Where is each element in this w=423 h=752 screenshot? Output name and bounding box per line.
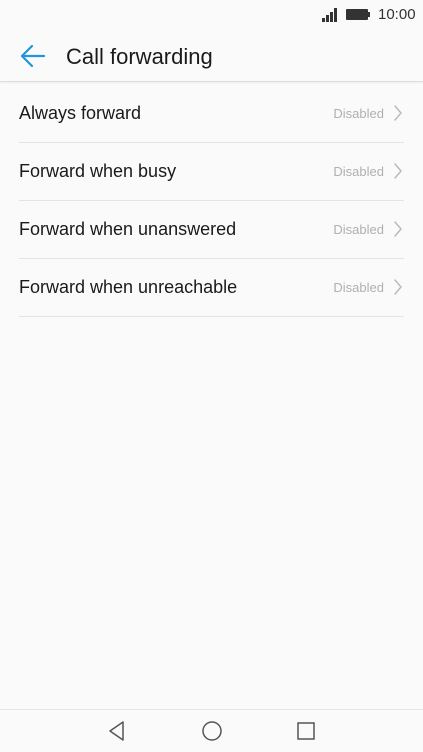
battery-icon xyxy=(346,9,370,20)
chevron-right-icon xyxy=(394,105,402,121)
screen: 10:00 Call forwarding Always forward Dis… xyxy=(0,0,423,752)
list-item-label: Forward when busy xyxy=(19,161,177,181)
list-item-label: Forward when unreachable xyxy=(19,277,238,297)
list-item-status: Disabled xyxy=(333,164,384,179)
chevron-right-icon xyxy=(394,221,402,237)
list-item-forward-when-busy[interactable]: Forward when busy Disabled xyxy=(19,143,404,201)
list-item-forward-when-unreachable[interactable]: Forward when unreachable Disabled xyxy=(19,259,404,317)
chevron-right-icon xyxy=(394,279,402,295)
nav-recents-button[interactable] xyxy=(294,719,318,743)
list-item-forward-when-unanswered[interactable]: Forward when unanswered Disabled xyxy=(19,201,404,259)
list-item-status: Disabled xyxy=(333,106,384,121)
arrow-left-icon xyxy=(20,44,46,68)
triangle-back-icon xyxy=(109,721,124,741)
chevron-right-icon xyxy=(394,163,402,179)
signal-icon xyxy=(322,8,340,22)
list-item-label: Always forward xyxy=(19,103,142,123)
list-item-status: Disabled xyxy=(333,222,384,237)
page-title: Call forwarding xyxy=(66,44,213,69)
nav-home-button[interactable] xyxy=(200,719,224,743)
list-item-status: Disabled xyxy=(333,280,384,295)
app-header: Call forwarding xyxy=(0,30,423,82)
forwarding-options-list: Always forward Disabled Forward when bus… xyxy=(19,85,404,317)
nav-back-button[interactable] xyxy=(105,719,129,743)
square-recents-icon xyxy=(297,722,315,740)
list-item-label: Forward when unanswered xyxy=(19,219,237,239)
back-button[interactable] xyxy=(14,40,50,72)
system-nav-bar xyxy=(0,709,423,752)
status-bar: 10:00 xyxy=(0,0,423,30)
list-item-always-forward[interactable]: Always forward Disabled xyxy=(19,85,404,143)
circle-home-icon xyxy=(202,721,222,741)
status-time: 10:00 xyxy=(378,6,416,23)
